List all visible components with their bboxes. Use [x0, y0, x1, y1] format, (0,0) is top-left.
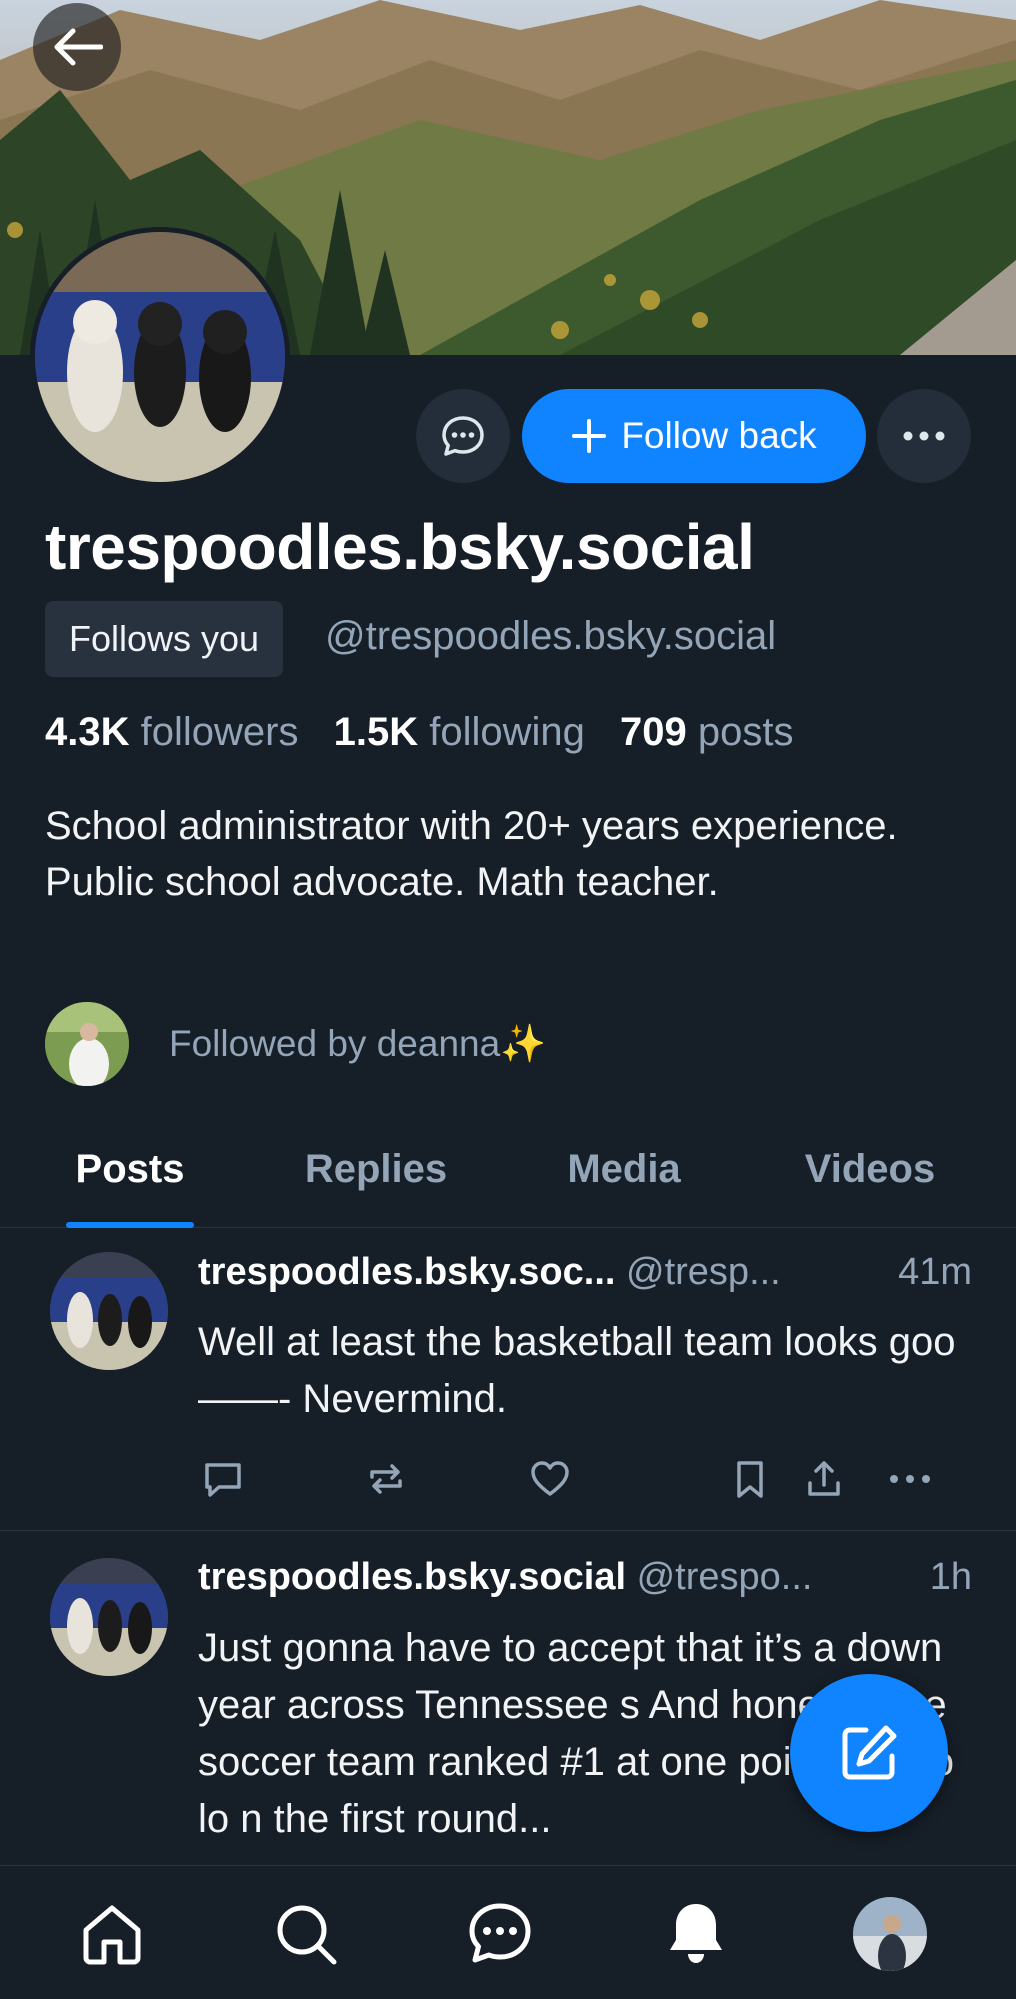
home-icon — [83, 1905, 141, 1965]
post-text: Well at least the basketball team looks … — [198, 1320, 956, 1421]
reply-button[interactable] — [198, 1454, 248, 1504]
repost-icon — [370, 1464, 402, 1494]
tab-videos[interactable]: Videos — [780, 1110, 960, 1228]
more-options-button[interactable] — [877, 389, 971, 483]
post-header: trespoodles.bsky.social @trespo... — [198, 1556, 812, 1599]
following-count: 1.5K — [333, 710, 419, 754]
ellipsis-icon — [890, 1475, 930, 1483]
arrow-left-icon — [54, 28, 103, 66]
notifications-icon — [670, 1904, 722, 1963]
repost-button[interactable] — [361, 1454, 411, 1504]
profile-bio: School administrator with 20+ years expe… — [45, 804, 898, 904]
bottom-navigation — [0, 1865, 1016, 1999]
post-avatar-image — [50, 1252, 168, 1370]
feed-post[interactable]: trespoodles.bsky.soc... @tresp... 41m We… — [0, 1229, 1016, 1531]
posts-count: 709 — [620, 710, 687, 754]
chat-bubble-icon — [442, 416, 484, 456]
share-button[interactable] — [799, 1454, 849, 1504]
follower-avatar — [45, 1002, 129, 1086]
profile-actions: Follow back — [0, 389, 1016, 483]
tab-posts[interactable]: Posts — [40, 1110, 220, 1228]
post-author-handle[interactable]: @trespo... — [637, 1556, 813, 1598]
profile-stats: 4.3K followers 1.5K following 709 posts — [45, 710, 793, 755]
post-author-avatar[interactable] — [50, 1558, 168, 1676]
heart-icon — [531, 1461, 569, 1496]
nav-home[interactable] — [72, 1894, 152, 1974]
back-button[interactable] — [33, 3, 121, 91]
following-stat[interactable]: 1.5K following — [334, 710, 585, 754]
nav-notifications[interactable] — [656, 1894, 736, 1974]
share-icon — [808, 1461, 840, 1496]
chat-icon — [469, 1903, 531, 1963]
post-more-button[interactable] — [885, 1454, 935, 1504]
nav-search[interactable] — [266, 1894, 346, 1974]
ellipsis-icon — [903, 431, 945, 441]
message-button[interactable] — [416, 389, 510, 483]
profile-avatar — [853, 1897, 927, 1971]
handle: @trespoodles.bsky.social — [325, 614, 777, 658]
post-avatar-image — [50, 1558, 168, 1676]
nav-profile[interactable] — [850, 1894, 930, 1974]
posts-stat: 709 posts — [620, 710, 793, 754]
tab-replies[interactable]: Replies — [282, 1110, 470, 1228]
bookmark-button[interactable] — [725, 1454, 775, 1504]
followers-label: followers — [140, 710, 299, 754]
reply-icon — [205, 1463, 241, 1497]
tab-media[interactable]: Media — [540, 1110, 708, 1228]
post-time[interactable]: 1h — [930, 1556, 972, 1599]
post-author-avatar[interactable] — [50, 1252, 168, 1370]
post-author-name[interactable]: trespoodles.bsky.soc... — [198, 1251, 615, 1293]
feed-fade — [0, 1840, 1016, 1866]
post-author-handle[interactable]: @tresp... — [626, 1251, 781, 1293]
display-name: trespoodles.bsky.social — [45, 511, 755, 583]
search-icon — [277, 1905, 337, 1965]
follows-you-badge: Follows you — [45, 601, 284, 677]
compose-button[interactable] — [790, 1674, 948, 1832]
posts-label: posts — [697, 710, 794, 754]
post-author-name[interactable]: trespoodles.bsky.social — [198, 1556, 626, 1598]
post-time[interactable]: 41m — [898, 1251, 972, 1294]
follower-avatar-image — [45, 1002, 129, 1086]
plus-icon — [572, 419, 607, 453]
followed-by-row[interactable]: Followed by deanna✨ — [45, 1001, 546, 1087]
following-label: following — [429, 710, 585, 754]
like-button[interactable] — [525, 1454, 575, 1504]
follow-back-label: Follow back — [621, 415, 817, 456]
followers-count: 4.3K — [45, 710, 130, 754]
followed-by-text: Followed by deanna✨ — [169, 1022, 547, 1064]
follow-back-button[interactable]: Follow back — [522, 389, 866, 483]
bookmark-icon — [737, 1461, 763, 1498]
compose-icon — [842, 1725, 897, 1780]
nav-chat[interactable] — [460, 1894, 540, 1974]
active-tab-indicator — [66, 1222, 194, 1228]
followers-stat[interactable]: 4.3K followers — [45, 710, 298, 754]
profile-tabs: Posts Replies Media Videos — [0, 1110, 1016, 1228]
post-header: trespoodles.bsky.soc... @tresp... — [198, 1251, 781, 1294]
